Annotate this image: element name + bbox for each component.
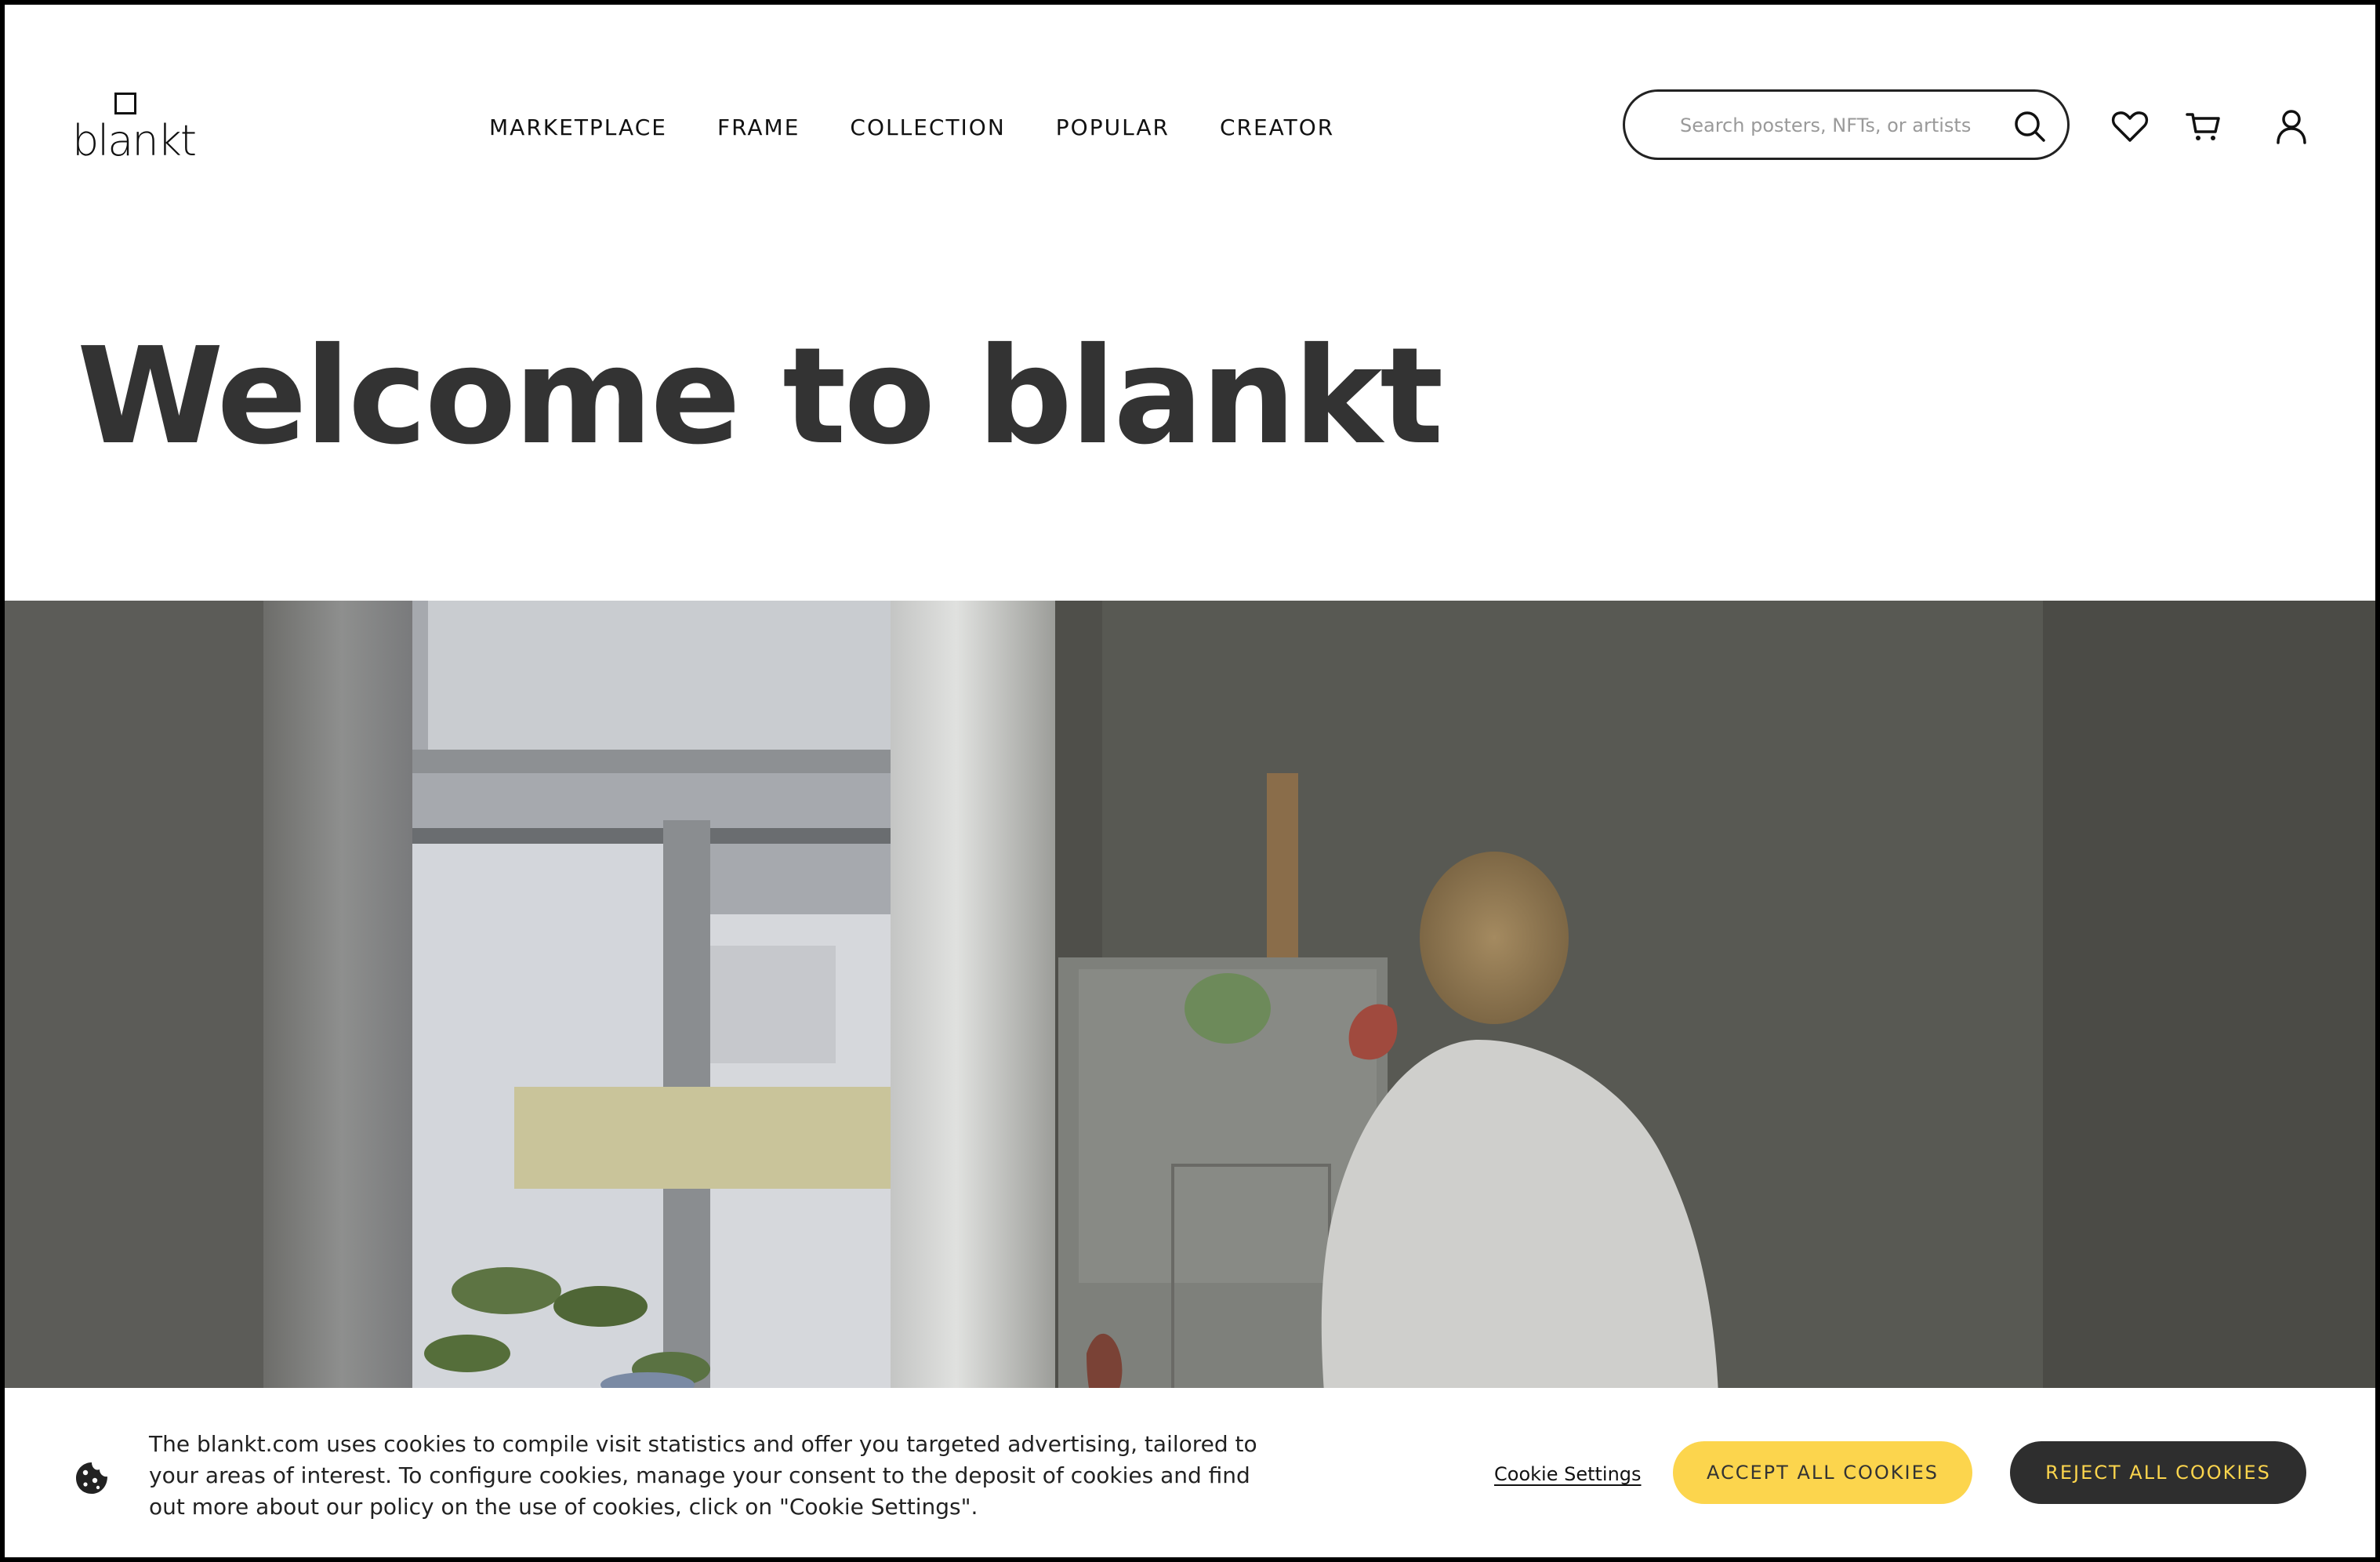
page-title: Welcome to blankt — [77, 319, 1443, 474]
page: blankt MARKETPLACE FRAME COLLECTION POPU… — [5, 5, 2375, 1557]
nav-item-marketplace[interactable]: MARKETPLACE — [489, 114, 667, 140]
nav-item-creator[interactable]: CREATOR — [1220, 114, 1334, 140]
logo[interactable]: blankt — [72, 89, 197, 168]
cookie-settings-link[interactable]: Cookie Settings — [1494, 1463, 1642, 1485]
search-input[interactable] — [1680, 107, 1978, 143]
reject-all-cookies-button[interactable]: REJECT ALL COOKIES — [2010, 1441, 2306, 1504]
nav-item-frame[interactable]: FRAME — [717, 114, 800, 140]
logo-square-mark — [114, 93, 136, 114]
heart-icon[interactable] — [2110, 107, 2150, 146]
main-nav: MARKETPLACE FRAME COLLECTION POPULAR CRE… — [489, 114, 1334, 140]
nav-item-popular[interactable]: POPULAR — [1056, 114, 1170, 140]
site-header: blankt MARKETPLACE FRAME COLLECTION POPU… — [5, 5, 2375, 256]
search-bar — [1623, 89, 2070, 160]
nav-item-collection[interactable]: COLLECTION — [850, 114, 1005, 140]
logo-text: blankt — [72, 116, 197, 165]
user-icon[interactable] — [2272, 107, 2311, 146]
accept-all-cookies-button[interactable]: ACCEPT ALL COOKIES — [1673, 1441, 1972, 1504]
cookie-banner: The blankt.com uses cookies to compile v… — [5, 1388, 2375, 1557]
cart-icon[interactable] — [2184, 107, 2223, 146]
cookie-icon — [74, 1460, 110, 1496]
search-icon[interactable] — [2012, 109, 2047, 143]
cookie-message: The blankt.com uses cookies to compile v… — [149, 1431, 1257, 1520]
